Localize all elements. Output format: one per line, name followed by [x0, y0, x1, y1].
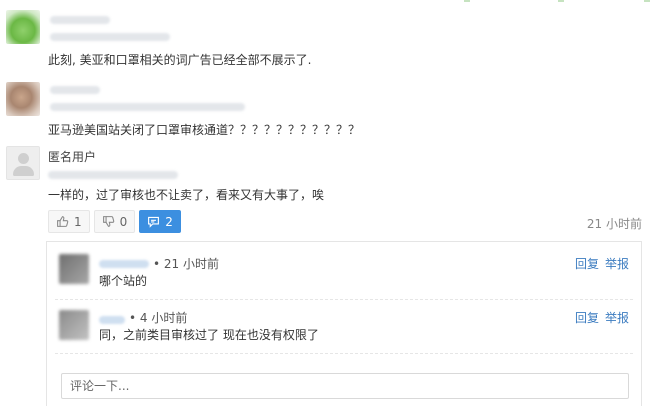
comment-icon — [148, 216, 160, 228]
blurred-meta — [50, 33, 170, 41]
like-button[interactable]: 1 — [48, 210, 90, 233]
avatar[interactable] — [59, 310, 89, 340]
comment-actions: 1 0 2 — [48, 210, 181, 233]
blurred-username — [50, 16, 110, 24]
comment-text: 亚马逊美国站关闭了口罩审核通道？？？？？？？？？？？ — [48, 123, 361, 137]
report-button[interactable]: 举报 — [605, 311, 629, 325]
top-decoration — [458, 0, 658, 3]
reply-item: • 4 小时前 同，之前类目审核过了 现在也没有权限了 回复 举报 — [55, 306, 633, 354]
comment-text: 此刻, 美亚和口罩相关的词广告已经全部不展示了. — [48, 53, 312, 67]
comment-text: 一样的，过了审核也不让卖了，看来又有大事了，唉 — [48, 188, 325, 202]
dislike-count: 0 — [119, 214, 128, 229]
like-count: 1 — [74, 214, 82, 229]
reply-ops: 回复 举报 — [569, 255, 629, 272]
avatar[interactable] — [6, 82, 40, 116]
reply-button[interactable]: 回复 — [575, 311, 599, 325]
reply-button[interactable]: 回复 — [575, 257, 599, 271]
avatar[interactable] — [6, 10, 40, 44]
blurred-meta — [50, 103, 245, 111]
blurred-username[interactable] — [99, 260, 149, 268]
comment-input[interactable] — [61, 373, 629, 399]
blurred-username — [50, 86, 100, 94]
report-button[interactable]: 举报 — [605, 257, 629, 271]
dislike-button[interactable]: 0 — [93, 210, 136, 233]
reply-count: 2 — [165, 214, 173, 229]
thumbs-down-icon — [102, 216, 114, 227]
reply-text: 哪个站的 — [99, 274, 148, 288]
username: 匿名用户 — [48, 150, 97, 164]
reply-text: 同，之前类目审核过了 现在也没有权限了 — [99, 328, 319, 342]
reply-toggle-button[interactable]: 2 — [139, 210, 181, 233]
reply-ops: 回复 举报 — [569, 309, 629, 326]
reply-item: • 21 小时前 哪个站的 回复 举报 — [55, 248, 633, 300]
anonymous-avatar — [6, 146, 40, 180]
blurred-meta — [48, 171, 178, 179]
comment-time: 21 小时前 — [586, 217, 642, 231]
blurred-username[interactable] — [99, 316, 125, 324]
avatar[interactable] — [59, 254, 89, 284]
reply-time: • 4 小时前 — [129, 311, 188, 325]
thumbs-up-icon — [57, 216, 69, 227]
reply-time: • 21 小时前 — [153, 257, 219, 271]
